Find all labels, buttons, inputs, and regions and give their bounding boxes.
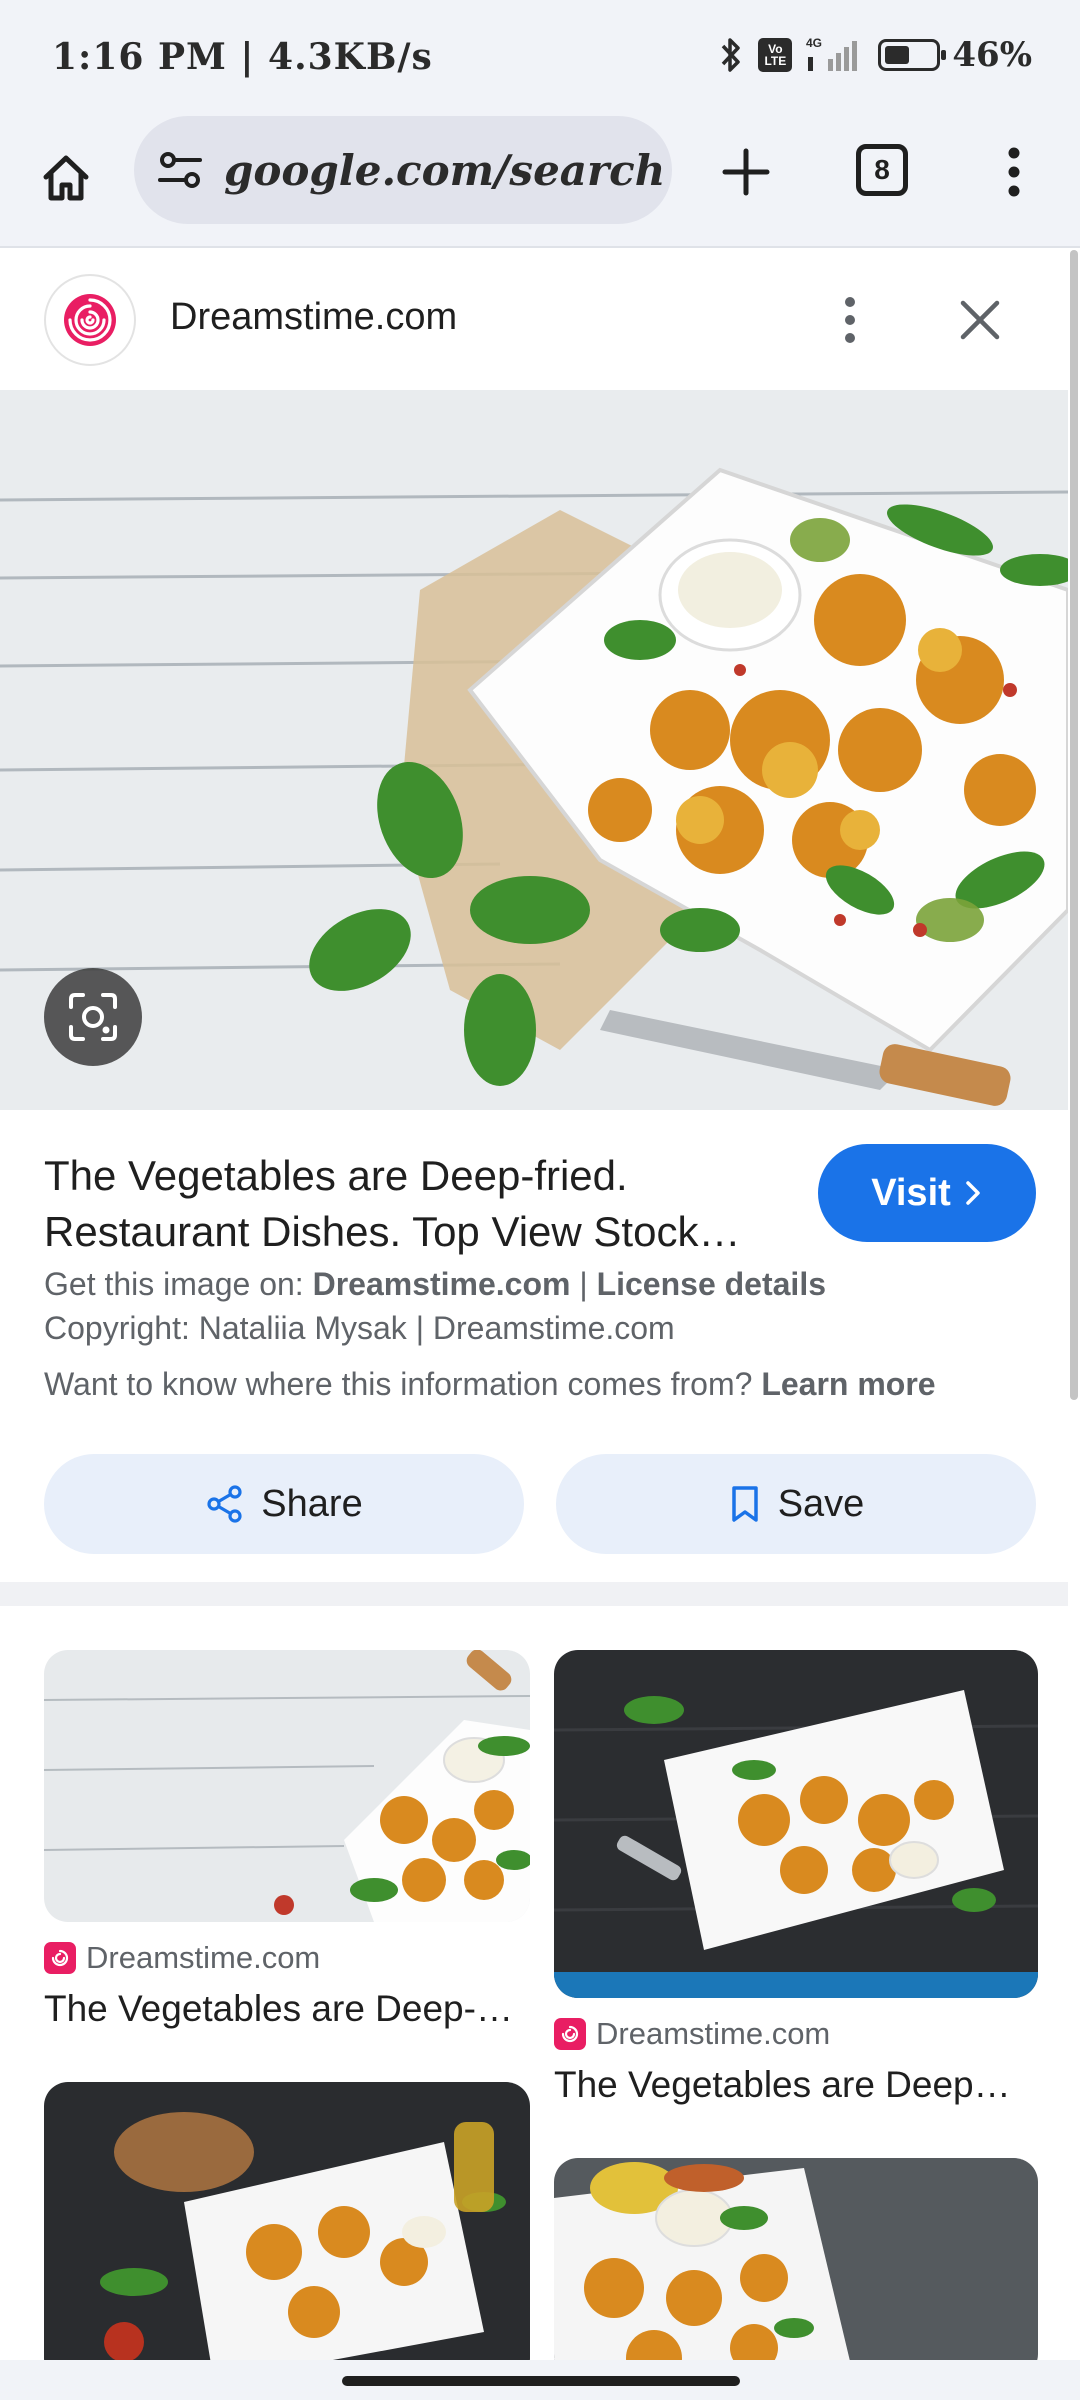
share-label: Share xyxy=(261,1482,363,1525)
copyright-line: Copyright: Nataliia Mysak | Dreamstime.c… xyxy=(44,1310,675,1346)
info-question: Want to know where this information come… xyxy=(44,1366,762,1402)
image-title-line2: Restaurant Dishes. Top View Stock… xyxy=(44,1208,741,1255)
preview-image[interactable] xyxy=(0,390,1068,1110)
related-title[interactable]: The Vegetables are Deep… xyxy=(554,2064,1038,2106)
source-more-button[interactable] xyxy=(826,288,874,352)
related-source-name: Dreamstime.com xyxy=(596,2016,831,2051)
image-title[interactable]: The Vegetables are Deep-fried. Restauran… xyxy=(44,1148,784,1260)
more-vert-icon xyxy=(1008,147,1020,197)
source-name[interactable]: Dreamstime.com xyxy=(170,296,457,339)
get-image-site-link[interactable]: Dreamstime.com xyxy=(313,1266,571,1302)
page: 1:16 PM | 4.3KB/s Vo LTE 4G 46% google.c… xyxy=(0,0,1080,2400)
get-image-line: Get this image on: Dreamstime.com | Lice… xyxy=(44,1266,826,1303)
related-card[interactable]: Dreamstime.com The Vegetables are Deep… xyxy=(554,1650,1038,2150)
related-source: Dreamstime.com xyxy=(44,1940,320,1976)
plus-icon xyxy=(722,148,770,196)
signal-icon: 4G xyxy=(804,35,866,75)
url-text[interactable]: google.com/search xyxy=(224,146,665,195)
status-bar: 1:16 PM | 4.3KB/s Vo LTE 4G 46% xyxy=(0,0,1080,108)
bluetooth-icon xyxy=(716,34,746,76)
section-divider xyxy=(0,1582,1068,1606)
learn-more-link[interactable]: Learn more xyxy=(761,1366,935,1402)
more-vert-icon xyxy=(845,297,855,343)
address-bar[interactable]: google.com/search xyxy=(134,116,672,224)
related-thumbnail[interactable] xyxy=(44,1650,530,1922)
chevron-right-icon xyxy=(966,1181,980,1205)
tune-icon[interactable] xyxy=(154,144,206,196)
related-card[interactable]: Dreamstime.com The Vegetables are Deep-… xyxy=(44,1650,530,2070)
related-card[interactable] xyxy=(44,2082,530,2360)
bookmark-icon xyxy=(731,1486,758,1522)
tab-switcher-button[interactable]: 8 xyxy=(856,144,908,196)
volte-icon: Vo LTE xyxy=(758,38,793,72)
related-images: Dreamstime.com The Vegetables are Deep-… xyxy=(0,1606,1068,2360)
related-thumbnail[interactable] xyxy=(554,1650,1038,1998)
battery-percent: 46% xyxy=(952,35,1032,75)
home-button[interactable] xyxy=(30,142,102,214)
info-source-line: Want to know where this information come… xyxy=(44,1366,936,1403)
new-tab-button[interactable] xyxy=(710,136,782,208)
status-time: 1:16 PM | 4.3KB/s xyxy=(52,36,433,78)
svg-text:4G: 4G xyxy=(806,36,822,50)
source-header: Dreamstime.com xyxy=(0,250,1068,390)
battery-icon xyxy=(878,39,947,71)
related-source-name: Dreamstime.com xyxy=(86,1940,321,1975)
close-icon xyxy=(960,300,1000,340)
image-title-line1: The Vegetables are Deep-fried. xyxy=(44,1152,628,1199)
get-image-prefix: Get this image on: xyxy=(44,1266,313,1302)
save-label: Save xyxy=(777,1482,865,1525)
share-button[interactable]: Share xyxy=(44,1454,524,1554)
visit-button[interactable]: Visit xyxy=(818,1144,1036,1242)
food-photo xyxy=(0,390,1068,1110)
google-lens-icon xyxy=(69,993,117,1041)
visit-label: Visit xyxy=(871,1171,951,1214)
browser-toolbar: google.com/search 8 xyxy=(0,108,1080,248)
home-indicator[interactable] xyxy=(342,2376,740,2386)
image-details: The Vegetables are Deep-fried. Restauran… xyxy=(0,1110,1068,1580)
related-card[interactable] xyxy=(554,2158,1038,2360)
browser-menu-button[interactable] xyxy=(990,136,1038,208)
meta-separator: | xyxy=(570,1266,597,1302)
dreamstime-logo xyxy=(44,274,136,366)
save-button[interactable]: Save xyxy=(556,1454,1036,1554)
close-button[interactable] xyxy=(948,288,1012,352)
related-thumbnail[interactable] xyxy=(554,2158,1038,2360)
home-icon xyxy=(43,155,89,201)
google-lens-button[interactable] xyxy=(44,968,142,1066)
license-details-link[interactable]: License details xyxy=(597,1266,826,1302)
share-icon xyxy=(207,1485,242,1523)
status-indicators: Vo LTE 4G 46% xyxy=(716,34,1032,76)
dreamstime-logo xyxy=(44,1942,76,1974)
dreamstime-logo xyxy=(554,2018,586,2050)
related-source: Dreamstime.com xyxy=(554,2016,830,2052)
related-title[interactable]: The Vegetables are Deep-… xyxy=(44,1988,530,2030)
related-thumbnail[interactable] xyxy=(44,2082,530,2360)
scrollbar[interactable] xyxy=(1070,250,1078,1400)
